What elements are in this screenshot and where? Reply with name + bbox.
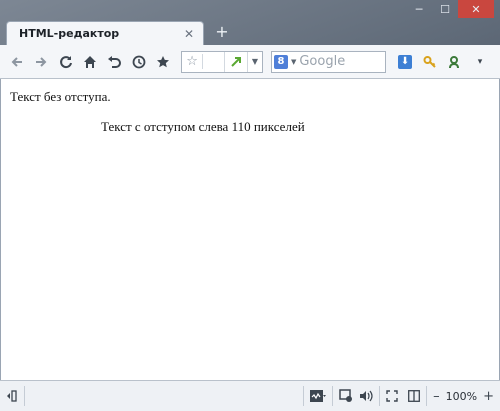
home-icon[interactable] <box>79 51 100 73</box>
new-tab-button[interactable]: + <box>214 22 230 41</box>
url-dropdown-icon[interactable]: ▼ <box>246 51 262 72</box>
address-bar[interactable]: ☆ ▼ <box>181 50 263 73</box>
clock-icon[interactable] <box>128 51 149 73</box>
close-window-button[interactable]: ✕ <box>458 0 494 18</box>
zoom-level[interactable]: 100% <box>446 390 477 403</box>
minimize-button[interactable]: ─ <box>406 0 432 18</box>
divider <box>426 386 428 406</box>
star-icon[interactable] <box>153 51 174 73</box>
divider <box>379 386 381 406</box>
go-arrow-icon[interactable] <box>223 51 247 72</box>
status-bar: – 100% + <box>0 380 500 411</box>
sidebar-toggle-icon[interactable] <box>6 386 18 406</box>
forward-arrow-icon[interactable] <box>30 51 51 73</box>
split-view-icon[interactable] <box>408 386 421 406</box>
page-content: Текст без отступа. Текст с отступом слев… <box>0 79 500 380</box>
user-search-icon[interactable] <box>444 51 466 73</box>
tab-title: HTML-редактор <box>19 27 120 40</box>
search-engine-dropdown-icon[interactable]: ▼ <box>291 58 296 66</box>
tab-html-editor[interactable]: HTML-редактор ✕ <box>6 21 204 45</box>
fullscreen-icon[interactable] <box>386 386 398 406</box>
text-no-indent: Текст без отступа. <box>10 89 111 104</box>
bookmark-star-icon[interactable]: ☆ <box>182 54 204 69</box>
key-icon[interactable] <box>419 51 441 73</box>
download-icon[interactable]: ⬇ <box>394 51 416 73</box>
volume-icon[interactable] <box>359 386 373 406</box>
divider <box>303 386 305 406</box>
search-input[interactable] <box>299 54 384 69</box>
menu-chevron-icon[interactable]: ▾ <box>469 51 491 73</box>
screen-capture-icon[interactable] <box>339 386 353 406</box>
tab-strip: HTML-редактор ✕ + <box>0 19 500 45</box>
window-controls: ─ ☐ ✕ <box>406 0 494 18</box>
search-bar[interactable]: 8 ▼ <box>270 50 387 73</box>
zoom-out-button[interactable]: – <box>433 386 440 406</box>
maximize-button[interactable]: ☐ <box>432 0 458 18</box>
tab-close-icon[interactable]: ✕ <box>183 27 195 41</box>
toolbar-addons: ⬇ ▾ <box>394 51 494 73</box>
navigation-toolbar: ☆ ▼ 8 ▼ ⬇ ▾ <box>0 45 500 79</box>
divider <box>24 386 25 406</box>
activity-graph-icon[interactable] <box>310 386 327 406</box>
search-engine-icon[interactable]: 8 <box>273 54 288 69</box>
text-indent-110: Текст с отступом слева 110 пикселей <box>101 119 305 134</box>
undo-icon[interactable] <box>104 51 125 73</box>
divider <box>332 386 334 406</box>
reload-icon[interactable] <box>55 51 76 73</box>
back-arrow-icon[interactable] <box>6 51 27 73</box>
zoom-in-button[interactable]: + <box>483 386 494 406</box>
